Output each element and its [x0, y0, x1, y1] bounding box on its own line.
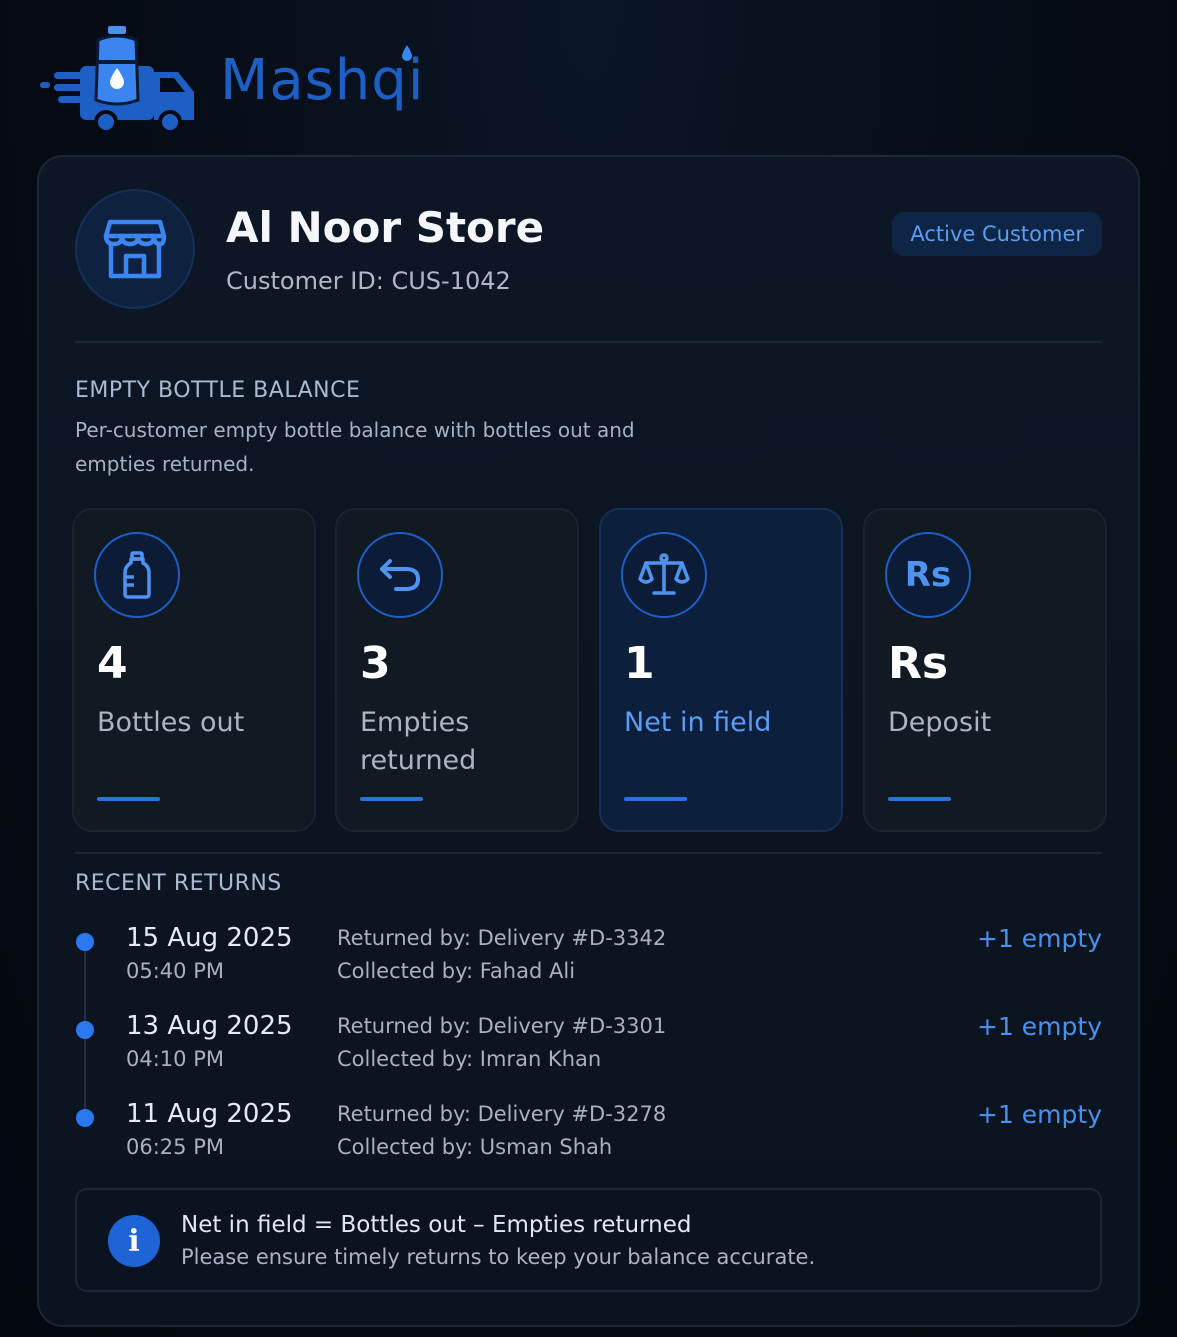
return-time: 06:25 PM: [126, 1135, 224, 1159]
info-icon: i: [108, 1215, 160, 1267]
stat-label: Bottles out: [97, 707, 245, 738]
bottle-icon: [94, 532, 180, 618]
return-change: +1 empty: [977, 1012, 1102, 1041]
info-note: Please ensure timely returns to keep you…: [181, 1245, 816, 1269]
return-time: 05:40 PM: [126, 959, 224, 983]
stat-card-net-in-field[interactable]: 1 Net in field: [599, 508, 843, 832]
stat-card-empties-returned[interactable]: 3 Empties returned: [335, 508, 579, 832]
return-date: 15 Aug 2025: [126, 923, 293, 953]
collected-by: Collected by: Fahad Ali: [337, 959, 576, 983]
stat-label: Deposit: [888, 707, 992, 738]
timeline-dot: [76, 1109, 94, 1127]
customer-card: Al Noor Store Customer ID: CUS-1042 Acti…: [37, 155, 1140, 1327]
returns-section-title: RECENT RETURNS: [75, 871, 282, 896]
return-row[interactable]: 11 Aug 2025 06:25 PM Returned by: Delive…: [75, 1099, 1102, 1169]
return-row[interactable]: 13 Aug 2025 04:10 PM Returned by: Delive…: [75, 1011, 1102, 1081]
stat-value: 1: [624, 638, 655, 689]
brand-name: Mashqi: [220, 47, 425, 113]
stat-value: Rs: [888, 638, 949, 689]
divider: [75, 341, 1102, 343]
info-box: i Net in field = Bottles out – Empties r…: [75, 1188, 1102, 1292]
return-change: +1 empty: [977, 924, 1102, 953]
avatar: [75, 189, 195, 309]
store-icon: [103, 219, 167, 279]
droplet-accent-icon: [402, 45, 413, 61]
stat-value: 4: [97, 638, 128, 689]
divider: [75, 852, 1102, 854]
stat-accent-bar: [360, 797, 423, 801]
return-date: 11 Aug 2025: [126, 1099, 293, 1129]
return-row[interactable]: 15 Aug 2025 05:40 PM Returned by: Delive…: [75, 923, 1102, 993]
customer-name: Al Noor Store: [226, 203, 545, 252]
return-change: +1 empty: [977, 1100, 1102, 1129]
return-time: 04:10 PM: [126, 1047, 224, 1071]
water-delivery-truck-icon: [40, 26, 194, 134]
stat-label: Net in field: [624, 707, 772, 738]
rupee-icon: Rs: [885, 532, 971, 618]
returned-by: Returned by: Delivery #D-3342: [337, 926, 667, 950]
stat-label: Empties returned: [360, 707, 477, 776]
brand-logo[interactable]: Mashqi: [40, 22, 423, 134]
stat-card-bottles-out[interactable]: 4 Bottles out: [72, 508, 316, 832]
stat-accent-bar: [888, 797, 951, 801]
info-formula: Net in field = Bottles out – Empties ret…: [181, 1212, 692, 1238]
stat-card-deposit[interactable]: Rs Rs Deposit: [863, 508, 1107, 832]
returned-by: Returned by: Delivery #D-3278: [337, 1102, 667, 1126]
customer-id: Customer ID: CUS-1042: [226, 267, 511, 295]
collected-by: Collected by: Imran Khan: [337, 1047, 602, 1071]
scale-icon: [621, 532, 707, 618]
return-date: 13 Aug 2025: [126, 1011, 293, 1041]
returned-by: Returned by: Delivery #D-3301: [337, 1014, 667, 1038]
status-badge: Active Customer: [892, 212, 1102, 256]
timeline-dot: [76, 1021, 94, 1039]
collected-by: Collected by: Usman Shah: [337, 1135, 613, 1159]
timeline-dot: [76, 933, 94, 951]
balance-section-description: Per-customer empty bottle balance with b…: [75, 418, 635, 476]
stat-accent-bar: [97, 797, 160, 801]
balance-section-title: EMPTY BOTTLE BALANCE: [75, 378, 361, 403]
stat-accent-bar: [624, 797, 687, 801]
stat-value: 3: [360, 638, 391, 689]
return-arrow-icon: [357, 532, 443, 618]
